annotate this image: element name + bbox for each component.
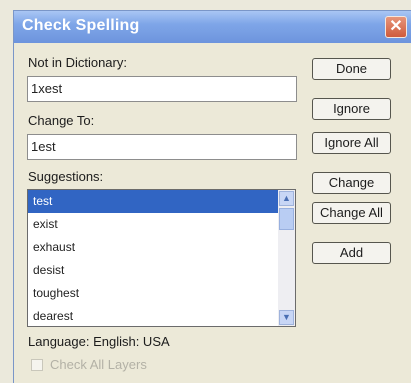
suggestion-item[interactable]: exist: [28, 213, 278, 236]
done-button[interactable]: Done: [312, 58, 391, 80]
ignore-all-button[interactable]: Ignore All: [312, 132, 391, 154]
check-all-layers-checkbox[interactable]: [31, 359, 43, 371]
suggestion-item[interactable]: exhaust: [28, 236, 278, 259]
suggestions-scrollbar[interactable]: ▲ ▼: [278, 190, 295, 326]
check-spelling-dialog: Check Spelling ✕ Not in Dictionary: 1xes…: [13, 10, 411, 383]
not-in-dictionary-label: Not in Dictionary:: [28, 55, 127, 70]
change-to-label: Change To:: [28, 113, 95, 128]
suggestions-label: Suggestions:: [28, 169, 104, 184]
suggestion-item[interactable]: toughest: [28, 282, 278, 305]
check-all-layers-label: Check All Layers: [50, 357, 147, 372]
close-icon: ✕: [389, 18, 403, 35]
ignore-button[interactable]: Ignore: [312, 98, 391, 120]
scroll-thumb[interactable]: [279, 208, 294, 230]
change-to-field[interactable]: 1est: [27, 134, 297, 160]
scroll-down-button[interactable]: ▼: [279, 310, 294, 325]
title-bar[interactable]: Check Spelling ✕: [14, 11, 411, 43]
scroll-up-button[interactable]: ▲: [279, 191, 294, 206]
chevron-down-icon: ▼: [282, 312, 291, 322]
suggestions-list[interactable]: test exist exhaust desist toughest deare…: [27, 189, 296, 327]
suggestion-item[interactable]: dearest: [28, 305, 278, 326]
change-all-button[interactable]: Change All: [312, 202, 391, 224]
window-title: Check Spelling: [22, 17, 140, 34]
add-button[interactable]: Add: [312, 242, 391, 264]
change-button[interactable]: Change: [312, 172, 391, 194]
suggestion-item[interactable]: test: [28, 190, 278, 213]
language-label: Language: English: USA: [28, 334, 170, 349]
not-in-dictionary-field[interactable]: 1xest: [27, 76, 297, 102]
close-button[interactable]: ✕: [385, 16, 407, 38]
suggestion-item[interactable]: desist: [28, 259, 278, 282]
chevron-up-icon: ▲: [282, 193, 291, 203]
